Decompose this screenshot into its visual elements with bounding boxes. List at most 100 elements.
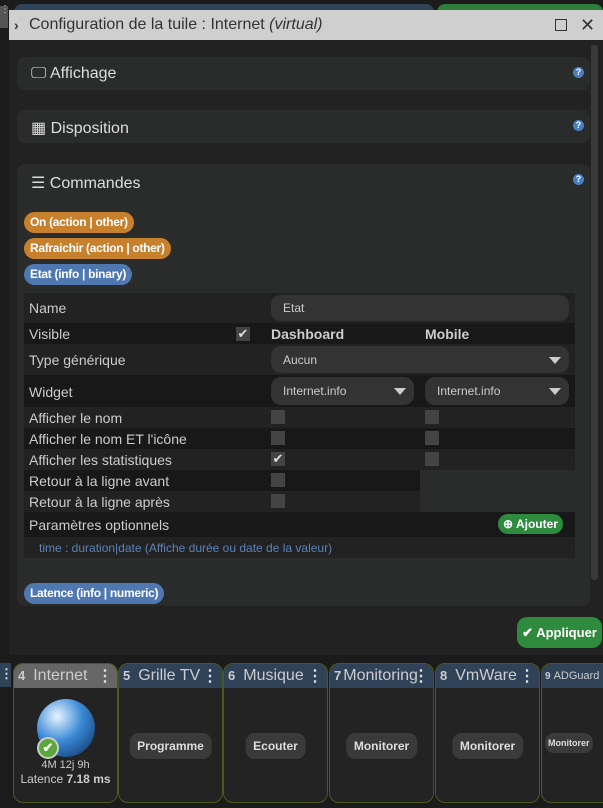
modal-titlebar[interactable]: › Configuration de la tuile : Internet (… xyxy=(9,10,603,40)
section-title: Disposition xyxy=(50,120,129,137)
mobile-checkbox[interactable] xyxy=(425,452,439,466)
tile-name: Musique xyxy=(243,667,304,684)
plus-circle-icon: ⊕ xyxy=(503,517,514,531)
command-latence[interactable]: Latence (info | numeric) xyxy=(24,583,165,604)
apply-button[interactable]: ✔ Appliquer xyxy=(517,617,602,648)
section-affichage[interactable]: 🖵 Affichage ? xyxy=(17,57,590,90)
tile-monitoring[interactable]: 7 Monitoring ⋮ Monitorer xyxy=(329,663,434,803)
tile-action-button[interactable]: Ecouter xyxy=(245,733,306,759)
tile-vmware[interactable]: 8 VmWare ⋮ Monitorer xyxy=(435,663,540,803)
widget-label: Widget xyxy=(29,384,73,400)
row-option: Afficher les statistiques ✔ xyxy=(24,449,575,470)
tile-action-button[interactable]: Monitorer xyxy=(545,733,593,753)
chevron-right-icon: › xyxy=(14,17,19,33)
row-hint: time : duration|date (Affiche durée ou d… xyxy=(24,537,575,558)
visible-checkbox[interactable]: ✔ xyxy=(236,327,250,341)
dashboard-header: Dashboard xyxy=(271,326,345,342)
check-icon: ✔ xyxy=(522,625,534,640)
option-label: Retour à la ligne après xyxy=(29,494,170,510)
row-option: Retour à la ligne après xyxy=(24,491,420,512)
generic-type-value: Aucun xyxy=(283,353,318,367)
apply-button-label: Appliquer xyxy=(536,625,597,640)
tile-musique[interactable]: 6 Musique ⋮ Ecouter xyxy=(223,663,328,803)
tile-internet[interactable]: 4 Internet ⋮ ✔ 4M 12j 9h Latence 7.18 ms xyxy=(13,663,118,803)
widget-mobile-select[interactable]: Internet.info xyxy=(425,377,569,405)
add-button-label: Ajouter xyxy=(515,517,558,531)
option-label: Afficher les statistiques xyxy=(29,452,172,468)
monitor-icon: 🖵 xyxy=(31,65,47,82)
latency-value: 7.18 ms xyxy=(66,772,111,786)
dashboard-checkbox[interactable] xyxy=(271,473,285,487)
row-widget: Widget Internet.info Internet.info xyxy=(24,375,575,407)
name-input[interactable]: Etat xyxy=(271,295,569,321)
tile-number: 5 xyxy=(123,668,131,683)
list-icon: ☰ xyxy=(31,175,46,192)
option-label: Afficher le nom xyxy=(29,410,123,426)
tile-name: VmWare xyxy=(455,667,517,684)
help-icon[interactable]: ? xyxy=(573,67,584,78)
generic-type-label: Type générique xyxy=(29,352,126,368)
tile-menu-icon[interactable]: ⋮ xyxy=(0,663,13,687)
tile-adguard[interactable]: 9 ADGuard Monitorer xyxy=(541,663,603,803)
caret-down-icon xyxy=(549,356,561,364)
visible-label: Visible xyxy=(29,326,70,342)
row-option: Afficher le nom xyxy=(24,407,575,428)
optional-params-hint: time : duration|date (Affiche durée ou d… xyxy=(39,541,333,555)
tile-name: Monitoring xyxy=(343,667,418,684)
row-option: Retour à la ligne avant xyxy=(24,470,420,491)
section-disposition[interactable]: ▦ Disposition ? xyxy=(17,110,590,143)
maximize-icon[interactable] xyxy=(555,10,567,40)
command-on[interactable]: On (action | other) xyxy=(24,212,134,233)
tile-action-button[interactable]: Programme xyxy=(129,733,212,759)
caret-down-icon xyxy=(549,388,561,395)
mobile-checkbox[interactable] xyxy=(425,410,439,424)
help-icon[interactable]: ? xyxy=(573,174,584,185)
grid-icon: ▦ xyxy=(31,120,47,137)
section-title: Affichage xyxy=(50,65,117,82)
tile-number: 4 xyxy=(18,668,26,683)
help-icon[interactable]: ? xyxy=(573,120,584,131)
option-label: Afficher le nom ET l'icône xyxy=(29,431,187,447)
mobile-checkbox[interactable] xyxy=(425,431,439,445)
modal-title-suffix: (virtual) xyxy=(269,16,323,33)
tile-menu-icon[interactable]: ⋮ xyxy=(97,666,113,686)
widget-dashboard-select[interactable]: Internet.info xyxy=(271,377,414,405)
tile-menu-icon[interactable]: ⋮ xyxy=(202,666,218,686)
row-generic-type: Type générique Aucun xyxy=(24,344,575,375)
tile-action-button[interactable]: Monitorer xyxy=(451,733,524,759)
tile-number: 6 xyxy=(228,668,236,683)
tile-name: ADGuard xyxy=(553,670,600,682)
name-label: Name xyxy=(29,300,67,316)
section-title: Commandes xyxy=(49,175,141,192)
tile-menu-icon[interactable]: ⋮ xyxy=(413,666,429,686)
option-label: Retour à la ligne avant xyxy=(29,473,170,489)
dashboard-checkbox[interactable] xyxy=(271,410,285,424)
generic-type-select[interactable]: Aucun xyxy=(271,346,569,373)
status-ok-icon: ✔ xyxy=(37,737,59,759)
tile-duration: 4M 12j 9h xyxy=(41,759,90,771)
modal-scrollbar[interactable] xyxy=(591,45,598,580)
command-rafraichir[interactable]: Rafraichir (action | other) xyxy=(24,238,171,259)
row-option: Afficher le nom ET l'icône xyxy=(24,428,575,449)
optional-params-label: Paramètres optionnels xyxy=(29,517,170,533)
tile-grille-tv[interactable]: 5 Grille TV ⋮ Programme xyxy=(118,663,223,803)
dashboard-checkbox[interactable]: ✔ xyxy=(271,452,285,466)
add-button[interactable]: ⊕ Ajouter xyxy=(498,514,563,534)
latency-label: Latence xyxy=(20,772,64,786)
caret-down-icon xyxy=(394,388,406,395)
modal-title: Configuration de la tuile : Internet xyxy=(29,16,265,33)
dashboard-checkbox[interactable] xyxy=(271,431,285,445)
close-icon[interactable]: ✕ xyxy=(580,10,595,40)
row-visible: Visible ✔ Dashboard Mobile xyxy=(24,323,575,344)
tile-name: Internet xyxy=(33,667,88,684)
tile-menu-icon[interactable]: ⋮ xyxy=(519,666,535,686)
tile-action-button[interactable]: Monitorer xyxy=(345,733,418,759)
tile-menu-icon[interactable]: ⋮ xyxy=(307,666,323,686)
dashboard-checkbox[interactable] xyxy=(271,494,285,508)
row-optional-params: Paramètres optionnels ⊕ Ajouter xyxy=(24,512,575,537)
tile-number: 8 xyxy=(440,668,448,683)
command-etat[interactable]: Etat (info | binary) xyxy=(24,264,133,285)
widget-dashboard-value: Internet.info xyxy=(283,384,347,398)
tile-name: Grille TV xyxy=(138,667,201,684)
drag-handle-icon[interactable]: ⋮ xyxy=(0,5,10,28)
